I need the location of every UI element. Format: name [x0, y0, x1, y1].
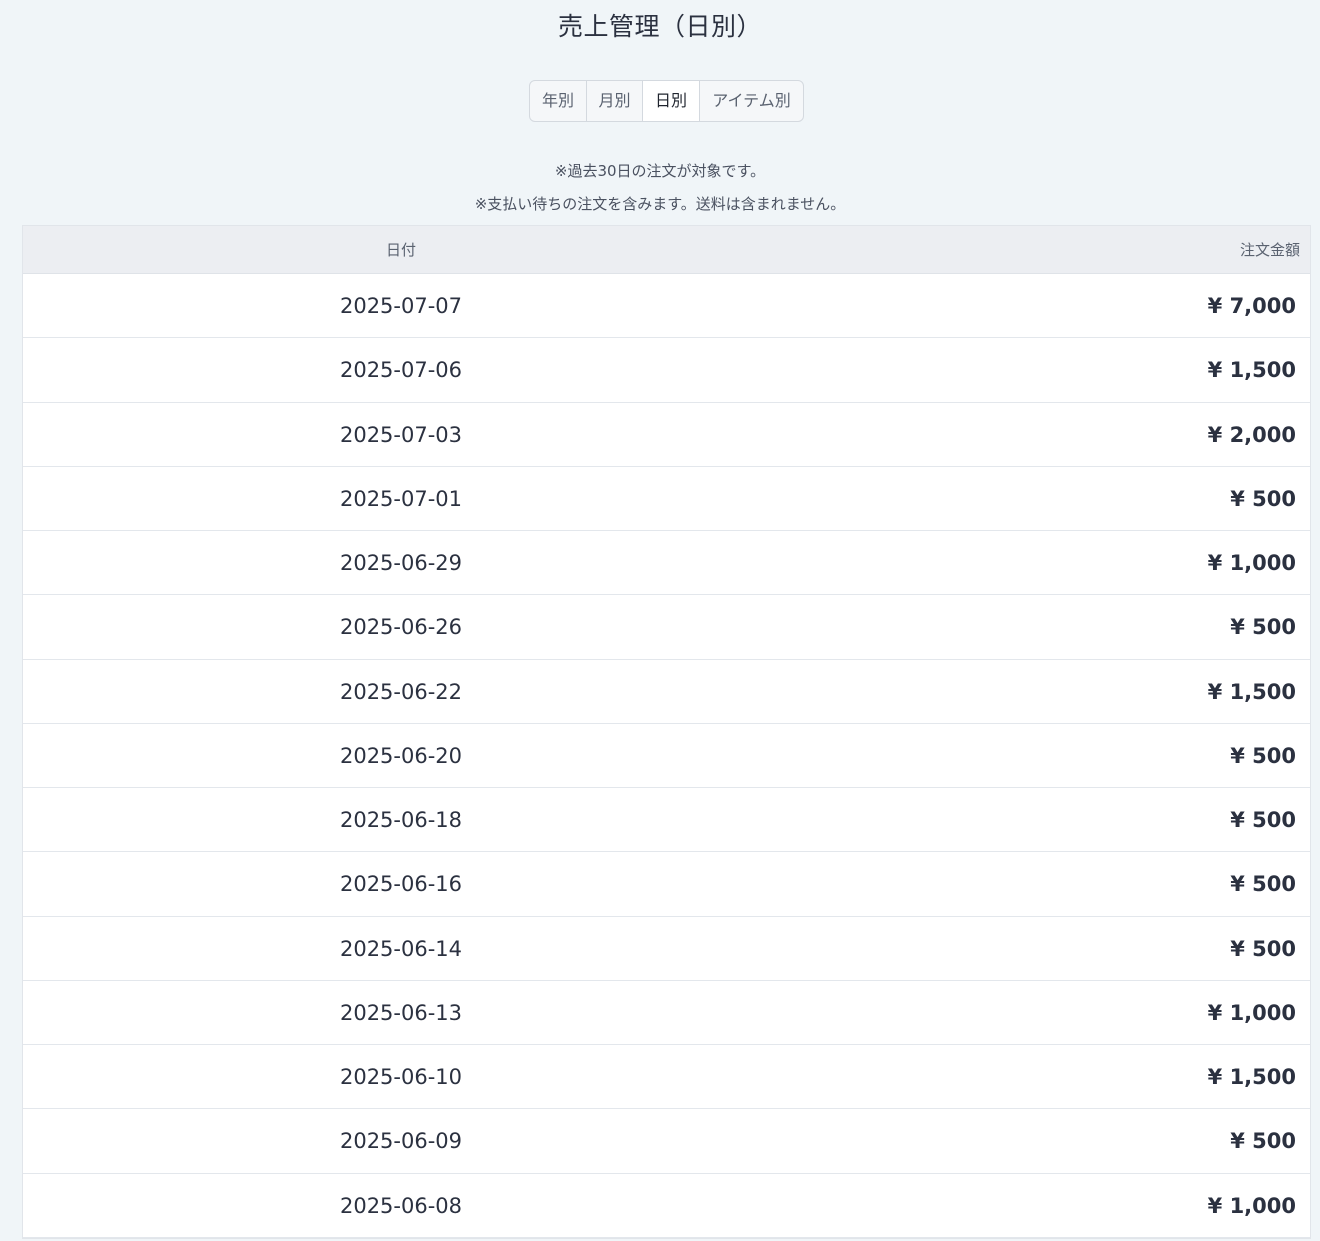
cell-date: 2025-06-18 — [339, 808, 463, 832]
table-body: 2025-07-07 ¥ 7,000 2025-07-06 ¥ 1,500 2025-0… — [23, 274, 1310, 1238]
page-title: 売上管理（日別） — [557, 12, 762, 41]
cell-date: 2025-07-03 — [339, 422, 463, 447]
table-row: 2025-07-03 ¥ 2,000 — [23, 403, 1310, 467]
cell-date: 2025-06-10 — [339, 1065, 463, 1089]
tab-yearly[interactable]: 年別 — [530, 81, 586, 121]
cell-amount: ¥ 500 — [1230, 743, 1296, 768]
cell-date: 2025-06-29 — [339, 551, 463, 575]
table-row: 2025-06-18 ¥ 500 — [23, 788, 1310, 853]
cell-amount: ¥ 500 — [1230, 936, 1296, 961]
cell-amount: ¥ 500 — [1230, 486, 1296, 511]
cell-date: 2025-06-16 — [339, 872, 463, 897]
cell-amount: ¥ 500 — [1230, 808, 1296, 832]
note-period: ※過去30日の注文が対象です。 — [554, 162, 766, 180]
table-row: 2025-06-29 ¥ 1,000 — [23, 531, 1310, 596]
tab-monthly[interactable]: 月別 — [586, 81, 642, 121]
cell-amount: ¥ 500 — [1230, 615, 1296, 640]
cell-date: 2025-06-09 — [339, 1129, 463, 1154]
table-row: 2025-06-13 ¥ 1,000 — [23, 981, 1310, 1045]
cell-date: 2025-07-01 — [339, 486, 463, 511]
table-row: 2025-06-26 ¥ 500 — [23, 595, 1310, 660]
cell-date: 2025-06-14 — [339, 936, 463, 961]
table-row: 2025-06-10 ¥ 1,500 — [23, 1045, 1310, 1110]
cell-amount: ¥ 1,000 — [1207, 1000, 1296, 1025]
cell-date: 2025-06-13 — [339, 1000, 463, 1025]
cell-date: 2025-06-22 — [339, 679, 463, 704]
column-header-amount: 注文金額 — [1239, 241, 1300, 259]
tab-daily[interactable]: 日別 — [642, 81, 699, 121]
table-row: 2025-07-01 ¥ 500 — [23, 467, 1310, 531]
cell-date: 2025-07-06 — [339, 358, 463, 383]
period-tabs: 年別 月別 日別 アイテム別 — [529, 80, 804, 122]
cell-date: 2025-06-08 — [339, 1193, 463, 1218]
daily-sales-table: 日付 注文金額 2025-07-07 ¥ 7,000 2025-07-06 ¥ 1,5… — [22, 225, 1311, 1239]
cell-date: 2025-06-20 — [339, 743, 463, 768]
cell-amount: ¥ 500 — [1230, 1129, 1296, 1154]
table-row: 2025-06-09 ¥ 500 — [23, 1109, 1310, 1174]
note-inclusion: ※支払い待ちの注文を含みます。送料は含まれません。 — [474, 195, 846, 213]
column-header-date: 日付 — [385, 241, 416, 259]
table-row: 2025-06-22 ¥ 1,500 — [23, 660, 1310, 724]
tab-by-item[interactable]: アイテム別 — [699, 81, 803, 121]
table-row: 2025-07-06 ¥ 1,500 — [23, 338, 1310, 403]
cell-amount: ¥ 1,500 — [1207, 1065, 1296, 1089]
table-header: 日付 注文金額 — [23, 226, 1310, 274]
cell-amount: ¥ 1,000 — [1207, 551, 1296, 575]
cell-amount: ¥ 500 — [1230, 872, 1296, 897]
table-row: 2025-06-16 ¥ 500 — [23, 852, 1310, 917]
table-row: 2025-07-07 ¥ 7,000 — [23, 274, 1310, 339]
cell-date: 2025-06-26 — [339, 615, 463, 640]
cell-date: 2025-07-07 — [339, 294, 463, 318]
cell-amount: ¥ 1,000 — [1207, 1193, 1296, 1218]
cell-amount: ¥ 1,500 — [1207, 679, 1296, 704]
table-row: 2025-06-20 ¥ 500 — [23, 724, 1310, 788]
cell-amount: ¥ 2,000 — [1207, 422, 1296, 447]
table-row: 2025-06-08 ¥ 1,000 — [23, 1174, 1310, 1238]
table-row: 2025-06-14 ¥ 500 — [23, 917, 1310, 981]
cell-amount: ¥ 7,000 — [1207, 294, 1296, 318]
cell-amount: ¥ 1,500 — [1207, 358, 1296, 383]
